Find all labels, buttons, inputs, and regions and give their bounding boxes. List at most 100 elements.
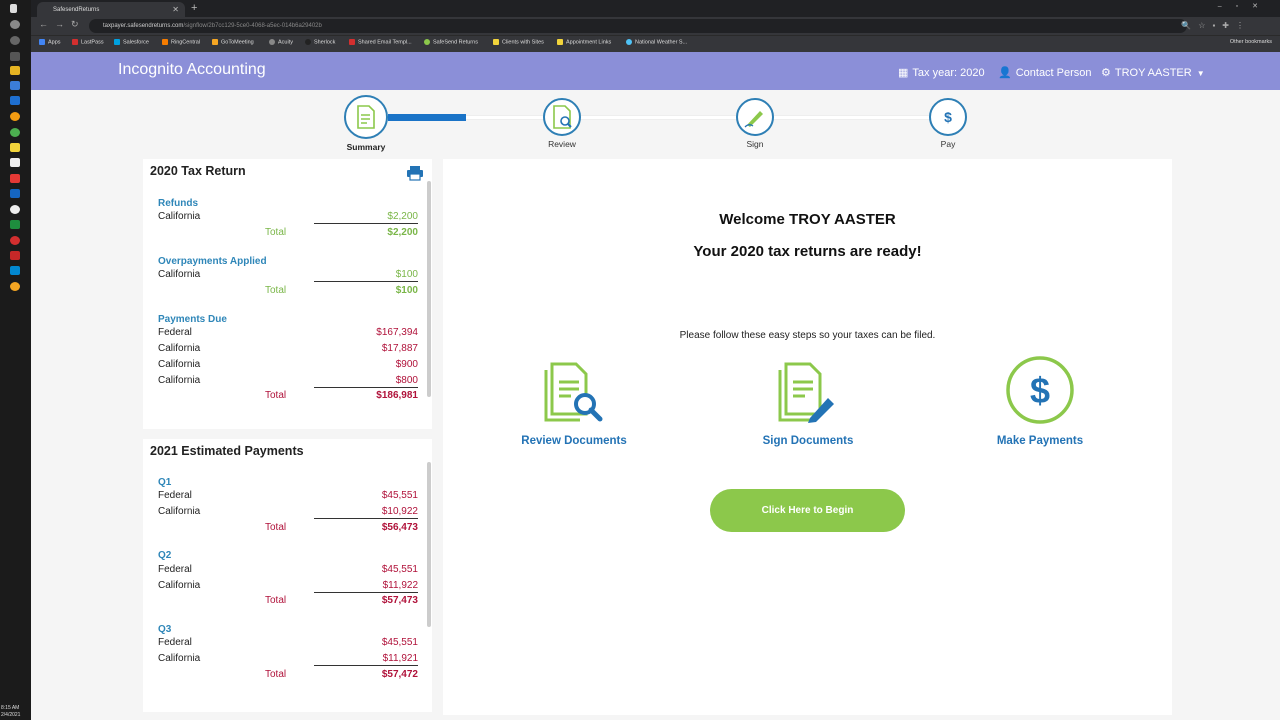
user-menu[interactable]: ⚙ TROY AASTER ▼ — [1101, 66, 1205, 79]
tab-strip: SafesendReturns ✕ + –▫✕ — [31, 0, 1280, 17]
sign-documents-icon — [738, 355, 878, 425]
contact-person-link[interactable]: 👤 Contact Person — [998, 66, 1092, 79]
bookmark-item[interactable]: Appointment Links — [557, 39, 611, 45]
bookmark-item[interactable]: Shared Email Templ... — [349, 39, 412, 45]
table-row: California $900 — [158, 359, 418, 370]
sticky-notes-icon[interactable] — [10, 143, 20, 152]
bookmarks-bar: Apps LastPass Salesforce RingCentral GoT… — [31, 35, 1280, 52]
scrollbar[interactable] — [427, 462, 431, 627]
skype-icon[interactable] — [10, 266, 20, 275]
scrollbar[interactable] — [427, 181, 431, 397]
app-icon[interactable] — [10, 158, 20, 167]
step-label: Summary — [346, 142, 386, 152]
section-title-refunds: Refunds — [158, 198, 198, 209]
app-icon[interactable] — [10, 282, 20, 291]
gear-icon: ⚙ — [1101, 67, 1111, 79]
make-payments-action[interactable]: $ Make Payments — [970, 355, 1110, 447]
extension-icons[interactable]: 🔍☆▪✚⋮ — [1181, 21, 1251, 30]
estimated-payments-panel: 2021 Estimated Payments Q1 Federal $45,55… — [143, 439, 432, 712]
word-icon[interactable] — [10, 189, 20, 198]
step-sign[interactable]: Sign — [725, 98, 785, 149]
step-pay[interactable]: $ Pay — [918, 98, 978, 149]
app-title: Incognito Accounting — [118, 61, 266, 78]
new-tab-icon[interactable]: + — [191, 2, 197, 14]
sign-documents-action[interactable]: Sign Documents — [738, 355, 878, 447]
action-label: Make Payments — [996, 435, 1084, 447]
close-tab-icon[interactable]: ✕ — [172, 5, 179, 14]
os-taskbar: 8:15 AM 2/4/2021 — [0, 0, 31, 720]
file-explorer-icon[interactable] — [10, 66, 20, 75]
total-row: Total $2,200 — [265, 227, 418, 238]
bookmark-item[interactable]: Salesforce — [114, 39, 149, 45]
instructions-text: Please follow these easy steps so your t… — [679, 330, 936, 341]
tab-title: SafesendReturns — [53, 7, 100, 13]
table-row: Federal $45,551 — [158, 637, 418, 648]
panel-title: 2021 Estimated Payments — [150, 444, 304, 458]
step-track — [388, 115, 948, 120]
other-bookmarks[interactable]: Other bookmarks — [1230, 39, 1272, 45]
step-label: Review — [548, 139, 576, 149]
cortana-icon[interactable] — [10, 36, 20, 45]
bookmark-item[interactable]: Clients with Sites — [493, 39, 544, 45]
table-row: California $11,921 — [158, 653, 418, 666]
dollar-icon: $ — [929, 98, 967, 136]
browser-tab[interactable]: SafesendReturns ✕ — [37, 2, 185, 17]
browser-chrome: SafesendReturns ✕ + –▫✕ ← → ↻ taxpayer.s… — [31, 0, 1280, 52]
bookmark-item[interactable]: RingCentral — [162, 39, 200, 45]
app-icon[interactable] — [10, 112, 20, 121]
bookmark-item[interactable]: LastPass — [72, 39, 104, 45]
windows-start-icon[interactable] — [10, 4, 17, 13]
step-review[interactable]: Review — [532, 98, 592, 149]
forward-icon[interactable]: → — [55, 19, 64, 29]
table-row: California $11,922 — [158, 580, 418, 593]
action-label: Review Documents — [521, 435, 627, 447]
section-title-q2: Q2 — [158, 550, 172, 561]
review-documents-action[interactable]: Review Documents — [504, 355, 644, 447]
begin-button[interactable]: Click Here to Begin — [710, 489, 905, 532]
excel-icon[interactable] — [10, 220, 20, 229]
app-icon[interactable] — [10, 251, 20, 260]
back-icon[interactable]: ← — [39, 19, 48, 29]
step-label: Sign — [746, 139, 764, 149]
url-input[interactable]: taxpayer.safesendreturns.com/signflow/2b… — [89, 19, 1244, 33]
section-title-payments-due: Payments Due — [158, 314, 227, 325]
print-icon[interactable] — [406, 165, 424, 181]
bookmark-item[interactable]: Apps — [39, 39, 61, 45]
sign-icon — [736, 98, 774, 136]
bookmark-item[interactable]: Acuity — [269, 39, 293, 45]
app-icon[interactable] — [10, 174, 20, 183]
edge-icon[interactable] — [10, 81, 20, 90]
review-icon — [543, 98, 581, 136]
app-icon[interactable] — [10, 205, 20, 214]
reload-icon[interactable]: ↻ — [71, 19, 79, 30]
total-row: Total $100 — [265, 285, 418, 296]
table-row: Federal $45,551 — [158, 490, 418, 501]
table-row: California $100 — [158, 269, 418, 282]
summary-icon — [344, 95, 388, 139]
table-row: California $10,922 — [158, 506, 418, 519]
address-bar: ← → ↻ taxpayer.safesendreturns.com/signf… — [31, 17, 1280, 35]
bookmark-item[interactable]: National Weather S... — [626, 39, 687, 45]
search-icon[interactable] — [10, 20, 20, 29]
table-row: California $800 — [158, 375, 418, 388]
person-icon: 👤 — [998, 67, 1012, 79]
bookmark-item[interactable]: GoToMeeting — [212, 39, 254, 45]
window-controls[interactable]: –▫✕ — [1218, 2, 1272, 10]
ready-heading: Your 2020 tax returns are ready! — [693, 243, 922, 260]
task-view-icon[interactable] — [10, 52, 20, 61]
section-title-q1: Q1 — [158, 477, 172, 488]
app-icon[interactable] — [10, 236, 20, 245]
clock-date: 2/4/2021 — [1, 712, 21, 718]
welcome-heading: Welcome TROY AASTER — [719, 211, 896, 228]
outlook-icon[interactable] — [10, 96, 20, 105]
tax-year: ▦ Tax year: 2020 — [898, 67, 985, 79]
tax-return-panel: 2020 Tax Return Refunds California $2,200… — [143, 159, 432, 429]
step-summary[interactable]: Summary — [336, 95, 396, 152]
dollar-icon: $ — [970, 355, 1110, 425]
clock[interactable]: 8:15 AM 2/4/2021 — [1, 705, 31, 719]
action-label: Sign Documents — [762, 435, 854, 447]
section-title-overpayments: Overpayments Applied — [158, 256, 267, 267]
chrome-icon[interactable] — [10, 128, 20, 137]
bookmark-item[interactable]: Sherlock — [305, 39, 335, 45]
bookmark-item[interactable]: SafeSend Returns — [424, 39, 478, 45]
